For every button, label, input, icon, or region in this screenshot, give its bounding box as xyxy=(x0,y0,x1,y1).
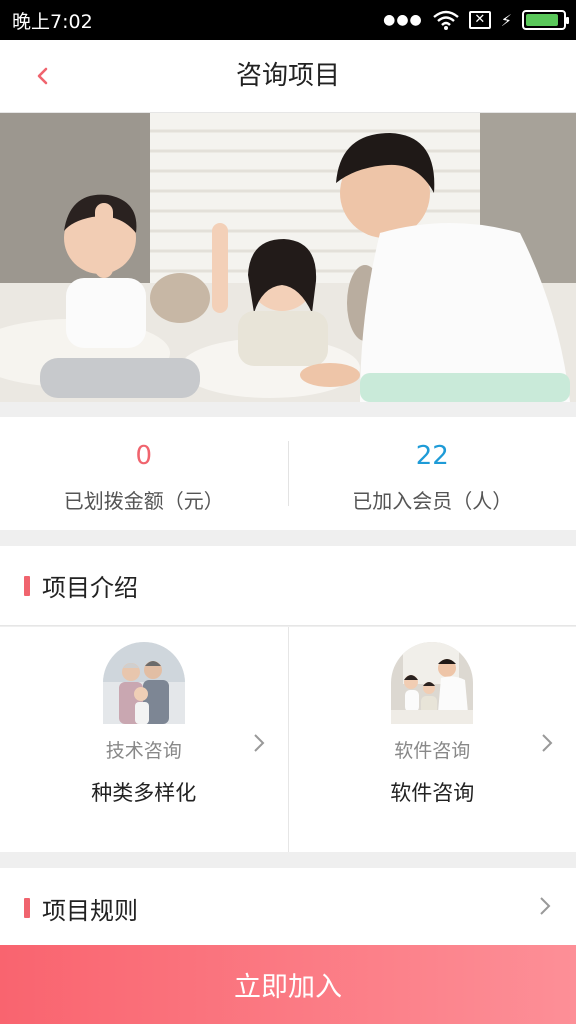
intro-section-title: 项目介绍 xyxy=(42,574,138,602)
battery-level xyxy=(526,14,559,26)
nav-bar: 咨询项目 xyxy=(0,40,576,113)
card-subtitle: 软件咨询 xyxy=(394,740,471,762)
page-title: 咨询项目 xyxy=(235,61,340,91)
rules-section-title: 项目规则 xyxy=(42,896,138,925)
intro-section-header: 项目介绍 xyxy=(0,546,576,626)
chevron-right-icon xyxy=(538,894,552,924)
allocated-amount-label: 已划拨金额（元） xyxy=(63,489,224,513)
card-subtitle: 技术咨询 xyxy=(105,740,182,762)
intro-card-software-consulting[interactable]: 软件咨询 软件咨询 xyxy=(287,627,576,852)
members-joined-label: 已加入会员（人） xyxy=(352,489,513,513)
card-title: 软件咨询 xyxy=(390,781,475,805)
stat-allocated-amount: 0 已划拨金额（元） xyxy=(0,417,288,530)
chevron-right-icon xyxy=(540,731,554,761)
battery-icon xyxy=(522,10,569,30)
status-bar: 晚上7:02 ●●● ✕ ⚡ xyxy=(0,0,576,40)
signal-icon: ●●● xyxy=(383,12,423,28)
intro-card-tech-consulting[interactable]: 技术咨询 种类多样化 xyxy=(0,627,288,852)
sim-icon: ✕ xyxy=(468,11,491,29)
family-photo-icon xyxy=(102,642,185,724)
family-photo-icon xyxy=(391,642,474,724)
hero-banner-image xyxy=(0,113,576,402)
chevron-right-icon xyxy=(252,731,266,761)
system-icons: ●●● ✕ ⚡ xyxy=(383,10,569,30)
allocated-amount-value: 0 xyxy=(135,441,153,471)
join-now-button[interactable]: 立即加入 xyxy=(0,945,576,1024)
card-title: 种类多样化 xyxy=(91,781,197,805)
members-joined-value: 22 xyxy=(415,441,449,471)
wifi-icon xyxy=(432,10,459,30)
charging-icon: ⚡ xyxy=(500,10,512,30)
intro-cards: 技术咨询 种类多样化 软件咨询 软件咨询 xyxy=(0,627,576,852)
rules-section-row[interactable]: 项目规则 xyxy=(0,868,576,948)
stat-members-joined: 22 已加入会员（人） xyxy=(289,417,576,530)
section-accent-bar xyxy=(24,575,30,596)
stats-panel: 0 已划拨金额（元） 22 已加入会员（人） xyxy=(0,417,576,530)
section-accent-bar xyxy=(24,898,30,918)
status-time: 晚上7:02 xyxy=(12,10,93,33)
